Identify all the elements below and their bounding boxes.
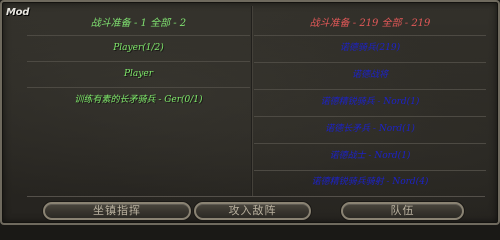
enemy-row-nord-elite-cavalry[interactable]: 诺德精锐骑兵 - Nord(1) [254, 89, 486, 115]
command-from-position-button[interactable]: 坐镇指挥 [43, 202, 191, 220]
mode-label: Mod [6, 7, 30, 18]
friendly-row-player[interactable]: Player [27, 61, 250, 86]
enemy-row-nord-horse-archer[interactable]: 诺德精锐骑兵骑射 - Nord(4) [254, 170, 486, 194]
panel-divider [251, 6, 253, 196]
enemy-row-nord-warrior[interactable]: 诺德战士 - Nord(1) [254, 143, 486, 169]
enemy-row-nord-cavalry[interactable]: 诺德骑兵(219) [254, 35, 486, 61]
enemy-header: 战斗准备 - 219 全部 - 219 [309, 18, 431, 29]
enemy-troops-panel: 战斗准备 - 219 全部 - 219 诺德骑兵(219) 诺德战将 诺德精锐骑… [254, 5, 486, 195]
friendly-row-lancer[interactable]: 训练有素的长矛骑兵 - Ger(0/1) [27, 87, 250, 139]
friendly-troops-panel: 战斗准备 - 1 全部 - 2 Player(1/2) Player 训练有素的… [27, 5, 250, 195]
attack-enemy-button[interactable]: 攻入敌阵 [194, 202, 311, 220]
enemy-row-nord-warlord[interactable]: 诺德战将 [254, 62, 486, 88]
friendly-header: 战斗准备 - 1 全部 - 2 [90, 18, 187, 29]
panel-bottom-divider [27, 196, 485, 197]
battle-prep-window: Mod 战斗准备 - 1 全部 - 2 Player(1/2) Player 训… [0, 0, 500, 225]
enemy-row-nord-spearman[interactable]: 诺德长矛兵 - Nord(1) [254, 116, 486, 142]
friendly-row-party[interactable]: Player(1/2) [27, 35, 250, 60]
troops-button[interactable]: 队伍 [341, 202, 464, 220]
